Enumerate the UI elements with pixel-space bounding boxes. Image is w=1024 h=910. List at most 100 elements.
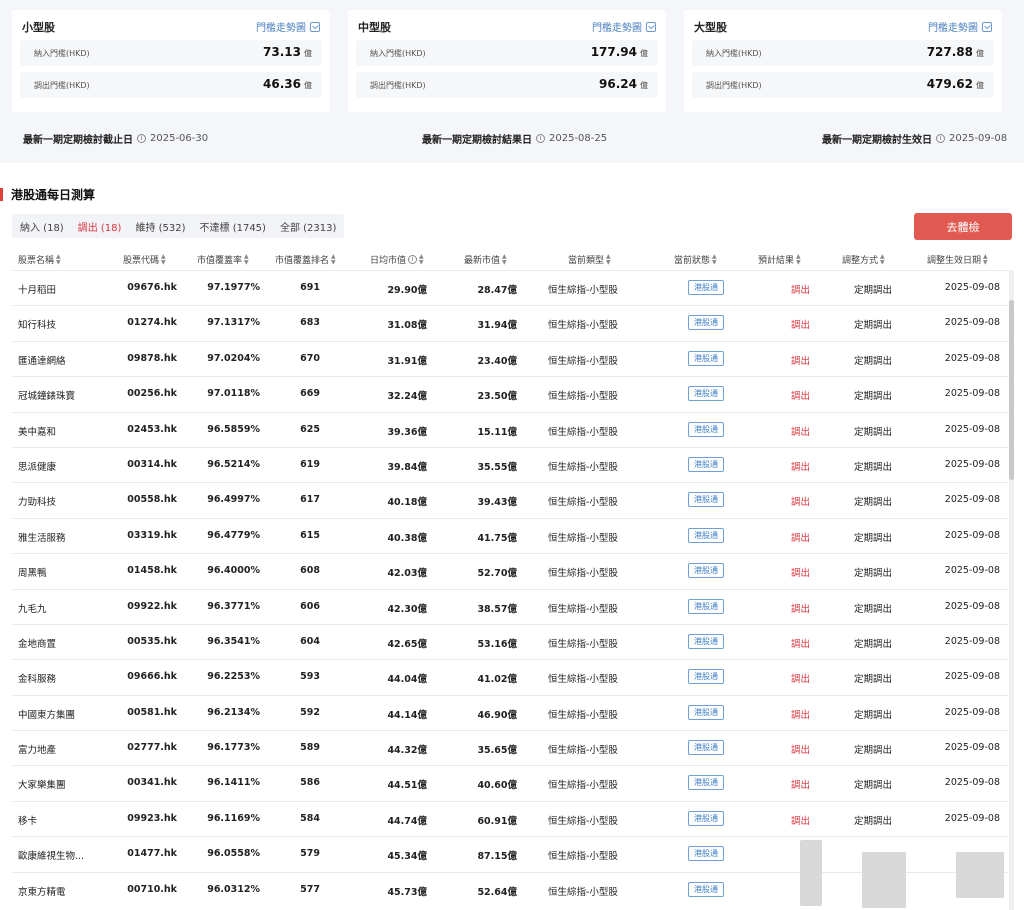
sort-icon[interactable]: ▲ ▼ <box>161 253 166 266</box>
sort-icon[interactable]: ▲ ▼ <box>331 253 336 266</box>
section-accent-bar <box>0 187 3 201</box>
expected-result: 調出 <box>791 603 811 615</box>
coverage-rank: 617 <box>300 494 320 506</box>
table-row[interactable]: 匯通達網絡 09878.hk 97.0204% 670 31.91億 23.40億 恒生綜指… <box>12 340 1012 376</box>
sort-icon[interactable]: ▲ ▼ <box>712 253 717 266</box>
table-row[interactable]: 移卡 09923.hk 96.1169% 584 44.74億 60.91億 恒生綜指-小型… <box>12 800 1012 836</box>
table-row[interactable]: 美中嘉和 02453.hk 96.5859% 625 39.36億 15.11億 恒生綜指-… <box>12 411 1012 447</box>
coverage-rate: 96.2134% <box>207 706 260 718</box>
adjust-method: 定期調出 <box>854 426 893 438</box>
threshold-trend-link[interactable]: 門檻走勢圖 <box>928 19 992 34</box>
external-link-icon[interactable] <box>982 21 992 32</box>
coverage-rank: 615 <box>300 529 320 541</box>
tab-include[interactable]: 納入 (18) <box>20 219 64 234</box>
col-header-avg-cap[interactable]: 日均市值 i ▲ ▼ <box>370 253 424 266</box>
col-header-adjust-method[interactable]: 調整方式 ▲ ▼ <box>842 253 885 266</box>
col-header-coverage-rate[interactable]: 市值覆蓋率 ▲ ▼ <box>197 253 249 266</box>
col-header-current-status[interactable]: 當前狀態 ▲ ▼ <box>674 253 717 266</box>
current-type: 恒生綜指-小型股 <box>548 851 618 863</box>
sort-icon[interactable]: ▲ ▼ <box>502 253 507 266</box>
table-row[interactable]: 金科服務 09666.hk 96.2253% 593 44.04億 41.02億 恒生綜指-… <box>12 659 1012 694</box>
stock-code: 00535.hk <box>127 635 177 647</box>
table-row[interactable]: 富力地產 02777.hk 96.1773% 589 44.32億 35.65億 恒生綜指-… <box>12 730 1012 765</box>
review-result-date: 2025-08-25 <box>549 133 608 144</box>
link-label[interactable]: 門檻走勢圖 <box>592 19 642 34</box>
scrollbar[interactable] <box>1009 270 1014 910</box>
effective-date: 2025-09-08 <box>944 352 1000 364</box>
external-link-icon[interactable] <box>646 21 656 32</box>
card-title: 小型股 <box>22 21 55 34</box>
info-icon[interactable]: i <box>408 255 418 264</box>
latest-market-cap: 41.02億 <box>477 674 517 686</box>
coverage-rate: 97.0204% <box>207 352 260 364</box>
sort-icon[interactable]: ▲ ▼ <box>419 253 424 266</box>
status-badge: 港股通 <box>688 881 724 897</box>
col-header-effective-date[interactable]: 調整生效日期 ▲ ▼ <box>927 253 988 266</box>
col-header-name[interactable]: 股票名稱 ▲ ▼ <box>18 253 61 266</box>
table-body: 十月稻田 09676.hk 97.1977% 691 29.90億 28.47億 恒生綜指-… <box>12 270 1012 907</box>
coverage-rank: 606 <box>300 600 320 612</box>
sort-icon[interactable]: ▲ ▼ <box>56 253 61 266</box>
stock-code: 01477.hk <box>127 848 177 860</box>
tab-not-qualified[interactable]: 不達標 (1745) <box>200 219 266 234</box>
health-check-button[interactable]: 去體檢 <box>914 213 1012 240</box>
link-label[interactable]: 門檻走勢圖 <box>256 19 306 34</box>
latest-market-cap: 46.90億 <box>477 709 517 721</box>
table-row[interactable]: 力勁科技 00558.hk 96.4997% 617 40.18億 39.43億 恒生綜指-… <box>12 482 1012 517</box>
table-row[interactable]: 中國東方集團 00581.hk 96.2134% 592 44.14億 46.90億 恒生綜… <box>12 694 1012 730</box>
coverage-rank: 584 <box>300 812 320 824</box>
col-header-code[interactable]: 股票代碼 ▲ ▼ <box>123 253 166 266</box>
table-row[interactable]: 金地商置 00535.hk 96.3541% 604 42.65億 53.16億 恒生綜指-… <box>12 623 1012 659</box>
section-heading: 港股通每日測算 <box>0 186 95 202</box>
stock-code: 09923.hk <box>127 812 177 824</box>
avg-market-cap: 44.14億 <box>387 709 427 721</box>
col-header-coverage-rank[interactable]: 市值覆蓋排名 ▲ ▼ <box>275 253 336 266</box>
adjust-method: 定期調出 <box>854 815 893 827</box>
sort-icon[interactable]: ▲ ▼ <box>606 253 611 266</box>
avg-market-cap: 40.18億 <box>387 497 427 509</box>
review-cutoff-date: 2025-06-30 <box>150 133 209 144</box>
adjust-method: 定期調出 <box>854 745 893 757</box>
tab-exclude[interactable]: 調出 (18) <box>78 219 122 234</box>
sort-icon[interactable]: ▲ ▼ <box>983 253 988 266</box>
link-label[interactable]: 門檻走勢圖 <box>928 19 978 34</box>
sort-icon[interactable]: ▲ ▼ <box>244 253 249 266</box>
stock-name: 歐康維視生物... <box>18 851 85 863</box>
table-row[interactable]: 九毛九 09922.hk 96.3771% 606 42.30億 38.57億 恒生綜指-小… <box>12 588 1012 624</box>
review-cutoff: 最新一期定期檢討截止日 i 2025-06-30 <box>23 131 208 146</box>
table-row[interactable]: 思派健康 00314.hk 96.5214% 619 39.84億 35.55億 恒生綜指-… <box>12 446 1012 482</box>
scrollbar-thumb[interactable] <box>1009 300 1014 480</box>
info-icon[interactable]: i <box>536 134 545 143</box>
tab-all[interactable]: 全部 (2313) <box>280 219 336 234</box>
avg-market-cap: 42.65億 <box>387 638 427 650</box>
coverage-rank: 589 <box>300 742 320 754</box>
tab-maintain[interactable]: 維持 (532) <box>135 219 185 234</box>
table-row[interactable]: 知行科技 01274.hk 97.1317% 683 31.08億 31.94億 恒生綜指-… <box>12 305 1012 340</box>
threshold-panel: 小型股 門檻走勢圖 納入門檻(HKD) 73.13 億 調出門檻(HKD) 46.… <box>0 0 1024 163</box>
status-badge: 港股通 <box>688 492 724 508</box>
table-row[interactable]: 大家樂集團 00341.hk 96.1411% 586 44.51億 40.60億 恒生綜指… <box>12 765 1012 800</box>
external-link-icon[interactable] <box>310 21 320 32</box>
current-type: 恒生綜指-小型股 <box>548 709 618 721</box>
threshold-trend-link[interactable]: 門檻走勢圖 <box>256 19 320 34</box>
expected-result: 調出 <box>791 709 811 721</box>
status-badge: 港股通 <box>688 669 724 685</box>
col-header-current-type[interactable]: 當前類型 ▲ ▼ <box>568 253 611 266</box>
stock-name: 周黑鴨 <box>18 568 47 580</box>
col-header-latest-cap[interactable]: 最新市值 ▲ ▼ <box>464 253 507 266</box>
table-row[interactable]: 冠城鐘錶珠寶 00256.hk 97.0118% 669 32.24億 23.50億 恒生綜… <box>12 376 1012 411</box>
info-icon[interactable]: i <box>137 134 146 143</box>
col-header-expected-result[interactable]: 預計結果 ▲ ▼ <box>758 253 801 266</box>
sort-icon[interactable]: ▲ ▼ <box>880 253 885 266</box>
exclusion-value: 46.36 億 <box>263 77 312 91</box>
sort-icon[interactable]: ▲ ▼ <box>796 253 801 266</box>
card-title: 中型股 <box>358 21 391 34</box>
coverage-rate: 97.1317% <box>207 317 260 329</box>
table-row[interactable]: 周黑鴨 01458.hk 96.4000% 608 42.03億 52.70億 恒生綜指-小… <box>12 553 1012 588</box>
adjust-method: 定期調出 <box>854 780 893 792</box>
table-row[interactable]: 雅生活服務 03319.hk 96.4779% 615 40.38億 41.75億 恒生綜指… <box>12 517 1012 553</box>
info-icon[interactable]: i <box>936 134 945 143</box>
latest-market-cap: 15.11億 <box>477 426 517 438</box>
table-row[interactable]: 十月稻田 09676.hk 97.1977% 691 29.90億 28.47億 恒生綜指-… <box>12 270 1012 305</box>
threshold-trend-link[interactable]: 門檻走勢圖 <box>592 19 656 34</box>
